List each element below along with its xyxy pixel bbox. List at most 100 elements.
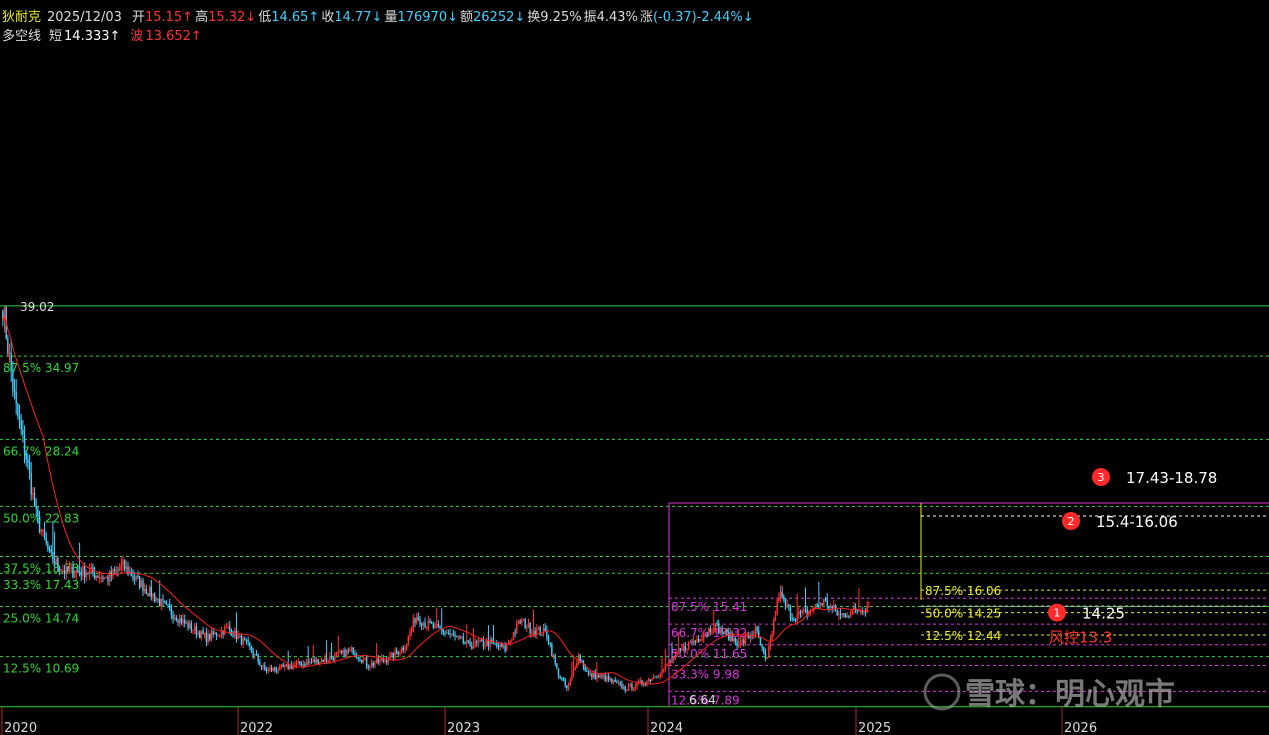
candle-body [417, 617, 420, 620]
candle-body [8, 352, 11, 354]
kline-chart[interactable]: 87.5% 34.9766.7% 28.2450.0% 22.8337.5% 1… [0, 0, 1269, 735]
candle-body [28, 462, 31, 473]
candle-body [202, 630, 204, 635]
candle-body [703, 635, 705, 639]
year-label: 2024 [650, 721, 683, 735]
candle-body [369, 667, 371, 669]
candle-body [232, 635, 234, 637]
candle-body [629, 684, 631, 686]
candle-body [622, 686, 625, 689]
candle-body [354, 654, 356, 656]
fib-label-mid: 87.5% 15.41 [671, 600, 747, 614]
candle-body [123, 560, 126, 570]
candle-body [798, 611, 800, 615]
candle-body [295, 662, 298, 665]
candle-body [285, 664, 288, 666]
candle-body [634, 686, 636, 689]
candle-body [322, 659, 324, 663]
candle-body [259, 661, 261, 666]
candle-body [367, 665, 369, 668]
candle-body [395, 650, 398, 653]
candle-body [694, 640, 697, 642]
candle-body [471, 646, 473, 649]
candle-body [365, 658, 368, 666]
candle-body [97, 575, 99, 578]
candle-body [420, 624, 423, 626]
candle-body [192, 630, 194, 632]
candle-body [419, 619, 421, 625]
candle-body [432, 623, 435, 628]
candle-body [649, 679, 652, 682]
candle-body [179, 618, 181, 623]
fib-label-recent: 12.5% 12.44 [925, 629, 1001, 643]
candle-body [477, 642, 480, 644]
candle-body [724, 629, 727, 634]
candle-body [768, 646, 770, 658]
candle-body [337, 651, 339, 654]
candle-body [501, 644, 503, 648]
candle-body [494, 643, 496, 645]
target-number: 1 [1054, 607, 1061, 620]
candle-body [521, 619, 523, 624]
candle-body [113, 569, 116, 572]
candle-body [145, 588, 148, 594]
candle-body [280, 664, 283, 666]
candle-body [22, 429, 24, 434]
candle-body [274, 667, 276, 670]
candle-body [43, 529, 46, 538]
time-axis: 2020 2022 2023 2024 2025 2026 [1, 707, 1097, 735]
candle-body [377, 658, 380, 663]
candle-body [45, 537, 47, 544]
candle-body [778, 598, 780, 600]
candle-body [214, 632, 216, 635]
candle-body [252, 651, 254, 656]
candle-body [662, 669, 665, 671]
candle-body [526, 627, 528, 629]
candle-body [676, 651, 678, 653]
candle-body [684, 645, 687, 651]
candle-body [461, 637, 463, 639]
candle-body [427, 620, 430, 628]
candle-body [794, 619, 797, 621]
candle-body [304, 663, 306, 666]
candle-body [364, 658, 366, 660]
candle-body [529, 623, 531, 634]
candle-body [68, 569, 71, 572]
candle-body [486, 640, 488, 646]
candle-body [165, 602, 168, 605]
candle-body [619, 682, 621, 684]
candle-body [718, 624, 720, 634]
candle-body [160, 598, 163, 607]
candle-body [385, 660, 388, 663]
candle-body [544, 628, 546, 631]
candle-body [174, 617, 176, 619]
candle-body [841, 613, 843, 615]
candle-body [728, 632, 730, 641]
candle-body [82, 565, 84, 576]
year-label: 2022 [240, 721, 273, 735]
candle-body [77, 570, 79, 572]
candle-body [392, 652, 395, 658]
candle-body [469, 641, 471, 647]
candle-body [352, 647, 354, 655]
candle-body [739, 641, 742, 646]
candle-body [829, 605, 832, 609]
candle-body [667, 663, 670, 665]
candle-body [237, 635, 239, 640]
candle-body [399, 652, 401, 655]
candle-body [187, 622, 189, 629]
candle-body [394, 650, 396, 658]
candle-body [227, 626, 229, 628]
candle-body [20, 420, 22, 430]
candle-body [329, 656, 331, 661]
candle-body [424, 622, 426, 628]
candle-body [532, 630, 535, 634]
candle-body [405, 644, 408, 650]
candle-body [524, 619, 526, 629]
candle-body [350, 647, 353, 650]
candle-body [60, 570, 62, 572]
candle-body [601, 674, 603, 677]
candle-body [320, 659, 323, 662]
candle-body [821, 603, 823, 605]
fib-label-full: 87.5% 34.97 [3, 361, 79, 375]
